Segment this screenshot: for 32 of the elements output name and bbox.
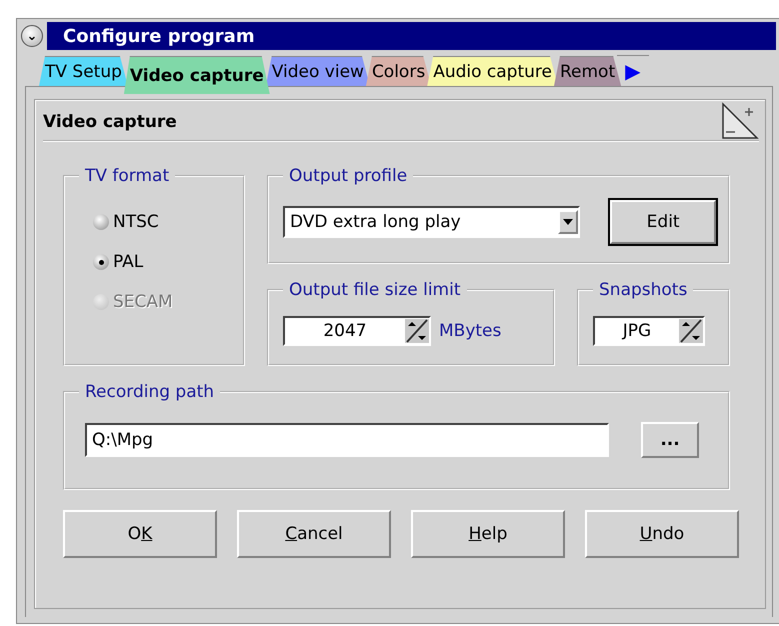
tab[interactable]: Colors	[366, 56, 432, 86]
window-title: Configure program	[63, 26, 255, 46]
group-label: TV format	[84, 166, 170, 186]
radio-label: NTSC	[113, 212, 159, 232]
path-field[interactable]: Q:\Mpg	[85, 423, 609, 457]
group-label: Recording path	[84, 382, 216, 402]
page-title: Video capture	[43, 111, 177, 134]
dialog-button[interactable]: Cancel	[237, 510, 391, 558]
tab[interactable]: Video view	[266, 56, 370, 86]
radio-button[interactable]	[93, 254, 109, 270]
spinner-arrows-icon[interactable]	[405, 319, 429, 343]
dialog-button[interactable]: OK	[63, 510, 217, 558]
window-menu-button[interactable]: ⌄	[21, 25, 43, 47]
spinner-arrows-icon[interactable]	[679, 319, 703, 343]
group-label: Output profile	[288, 166, 408, 186]
tab[interactable]: Remot	[554, 56, 622, 86]
edit-button[interactable]: Edit	[610, 200, 716, 244]
group-label: Snapshots	[598, 280, 688, 300]
dialog-button[interactable]: Undo	[585, 510, 739, 558]
radio-label: SECAM	[113, 292, 173, 312]
group-label: Output file size limit	[288, 280, 462, 300]
radio-button[interactable]	[93, 214, 109, 230]
tab[interactable]: TV Setup	[39, 56, 128, 86]
unit-label: MBytes	[439, 321, 502, 341]
tab[interactable]: Audio capture	[427, 56, 558, 86]
profile-dropdown[interactable]: DVD extra long play	[283, 206, 580, 238]
format-spin-field[interactable]: JPG	[593, 316, 705, 346]
radio-label: PAL	[113, 252, 144, 272]
size-spin-field[interactable]: 2047	[283, 316, 431, 346]
dialog-button[interactable]: Help	[411, 510, 565, 558]
tab[interactable]: Video capture	[124, 56, 270, 94]
browse-button[interactable]: ...	[641, 422, 699, 458]
